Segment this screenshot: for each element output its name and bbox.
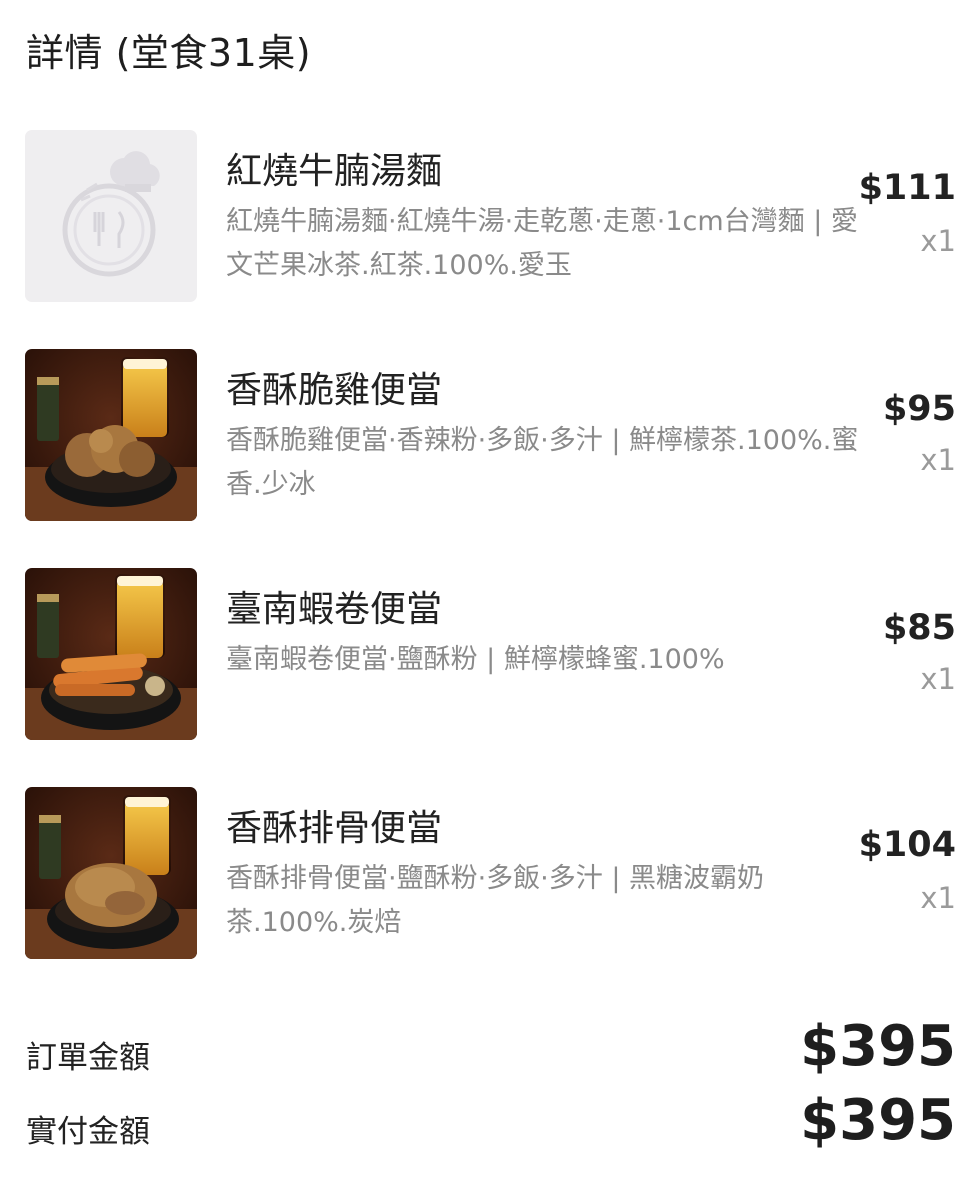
item-name: 香酥排骨便當: [226, 808, 443, 849]
item-price: $85: [882, 608, 956, 648]
order-amount-label: 訂單金額: [26, 1040, 150, 1076]
item-quantity: x1: [920, 443, 956, 477]
item-quantity: x1: [920, 881, 956, 915]
fried-chicken-bento-photo: [25, 349, 197, 521]
order-item[interactable]: 香酥脆雞便當 香酥脆雞便當·香辣粉·多飯·多汁 | 鮮檸檬茶.100%.蜜香.少…: [0, 349, 980, 521]
item-name: 香酥脆雞便當: [226, 370, 443, 411]
paid-amount-row: 實付金額 $395: [0, 1088, 980, 1168]
item-description: 香酥脆雞便當·香辣粉·多飯·多汁 | 鮮檸檬茶.100%.蜜香.少冰: [226, 425, 859, 500]
pork-chop-bento-photo: [25, 787, 197, 959]
item-price: $95: [882, 389, 956, 429]
item-description: 香酥排骨便當·鹽酥粉·多飯·多汁 | 黑糖波霸奶茶.100%.炭焙: [226, 863, 765, 938]
shrimp-roll-bento-photo: [25, 568, 197, 740]
order-item[interactable]: 香酥排骨便當 香酥排骨便當·鹽酥粉·多飯·多汁 | 黑糖波霸奶茶.100%.炭焙…: [0, 787, 980, 959]
order-item[interactable]: 紅燒牛腩湯麵 紅燒牛腩湯麵·紅燒牛湯·走乾蔥·走蔥·1cm台灣麵 | 愛文芒果冰…: [0, 130, 980, 302]
paid-amount-label: 實付金額: [26, 1114, 150, 1150]
paid-amount-value: $395: [800, 1088, 956, 1153]
page-title: 詳情 (堂食31桌): [26, 31, 312, 75]
item-description: 紅燒牛腩湯麵·紅燒牛湯·走乾蔥·走蔥·1cm台灣麵 | 愛文芒果冰茶.紅茶.10…: [226, 206, 858, 281]
item-name: 臺南蝦卷便當: [226, 589, 443, 630]
item-description: 臺南蝦卷便當·鹽酥粉 | 鮮檸檬蜂蜜.100%: [226, 644, 725, 675]
placeholder-chef-plate-icon: [25, 130, 197, 302]
item-name: 紅燒牛腩湯麵: [226, 151, 443, 192]
order-item[interactable]: 臺南蝦卷便當 臺南蝦卷便當·鹽酥粉 | 鮮檸檬蜂蜜.100% $85 x1: [0, 568, 980, 740]
item-quantity: x1: [920, 662, 956, 696]
order-amount-row: 訂單金額 $395: [0, 1012, 980, 1092]
item-quantity: x1: [920, 224, 956, 258]
item-price: $111: [858, 168, 956, 208]
item-price: $104: [858, 825, 956, 865]
order-amount-value: $395: [800, 1014, 956, 1079]
